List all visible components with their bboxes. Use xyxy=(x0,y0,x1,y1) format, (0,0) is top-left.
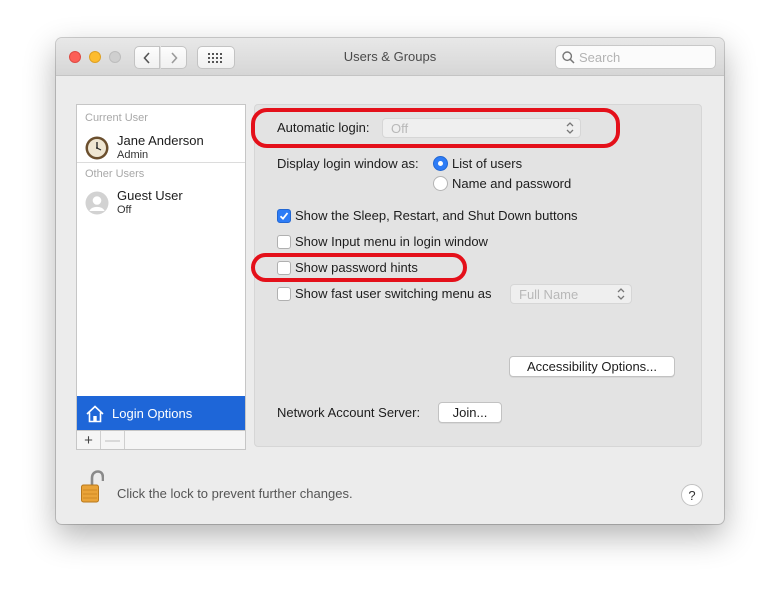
users-sidebar: Current User Jane Anderson Admin Other U… xyxy=(76,104,246,450)
checkbox-show-input-menu[interactable] xyxy=(277,235,291,249)
current-user-role: Admin xyxy=(117,149,149,161)
guest-user-status: Off xyxy=(117,204,132,216)
clock-avatar-icon xyxy=(85,136,109,160)
fast-user-switching-value: Full Name xyxy=(519,286,579,302)
highlight-automatic-login xyxy=(251,108,620,148)
remove-user-button[interactable]: — xyxy=(101,431,125,449)
highlight-password-hints xyxy=(251,253,467,282)
fast-user-switching-label: Show fast user switching menu as xyxy=(295,286,492,301)
radio-list-of-users[interactable] xyxy=(433,156,448,171)
help-button[interactable]: ? xyxy=(681,484,703,506)
unlocked-padlock-icon[interactable] xyxy=(80,470,104,504)
accessibility-options-button[interactable]: Accessibility Options... xyxy=(509,356,675,377)
radio-name-and-password[interactable] xyxy=(433,176,448,191)
guest-user-name: Guest User xyxy=(117,188,183,203)
current-user-section-label: Current User xyxy=(85,112,148,124)
user-row-guest-user[interactable]: Guest User Off xyxy=(77,184,245,224)
checkmark-icon xyxy=(279,212,289,221)
radio-name-and-password-label: Name and password xyxy=(452,176,572,191)
display-login-window-label: Display login window as: xyxy=(277,156,419,171)
search-icon xyxy=(562,50,575,64)
fast-user-switching-popup[interactable]: Full Name xyxy=(510,284,632,304)
search-field[interactable] xyxy=(555,45,716,69)
other-users-section-label: Other Users xyxy=(85,168,145,180)
join-button[interactable]: Join... xyxy=(438,402,502,423)
search-input[interactable] xyxy=(579,49,709,65)
user-row-jane-anderson[interactable]: Jane Anderson Admin xyxy=(77,129,245,169)
up-down-arrows-icon xyxy=(617,288,625,300)
sidebar-item-login-options[interactable]: Login Options xyxy=(77,396,245,431)
add-user-button[interactable]: + xyxy=(77,431,101,449)
show-input-menu-label: Show Input menu in login window xyxy=(295,234,488,249)
radio-list-of-users-label: List of users xyxy=(452,156,523,171)
title-bar: Users & Groups xyxy=(56,38,724,76)
network-account-server-label: Network Account Server: xyxy=(277,405,421,420)
login-options-label: Login Options xyxy=(112,406,193,421)
lock-status-text: Click the lock to prevent further change… xyxy=(117,486,353,501)
guest-avatar-icon xyxy=(85,191,109,215)
show-sleep-restart-shutdown-label: Show the Sleep, Restart, and Shut Down b… xyxy=(295,208,578,223)
house-icon xyxy=(86,404,104,422)
preferences-window: Users & Groups Current User Jane Anderso… xyxy=(56,38,724,524)
checkbox-fast-user-switching[interactable] xyxy=(277,287,291,301)
sidebar-divider xyxy=(77,162,245,163)
checkbox-show-sleep-restart-shutdown[interactable] xyxy=(277,209,291,223)
sidebar-button-bar: + — xyxy=(77,430,245,449)
current-user-name: Jane Anderson xyxy=(117,133,204,148)
